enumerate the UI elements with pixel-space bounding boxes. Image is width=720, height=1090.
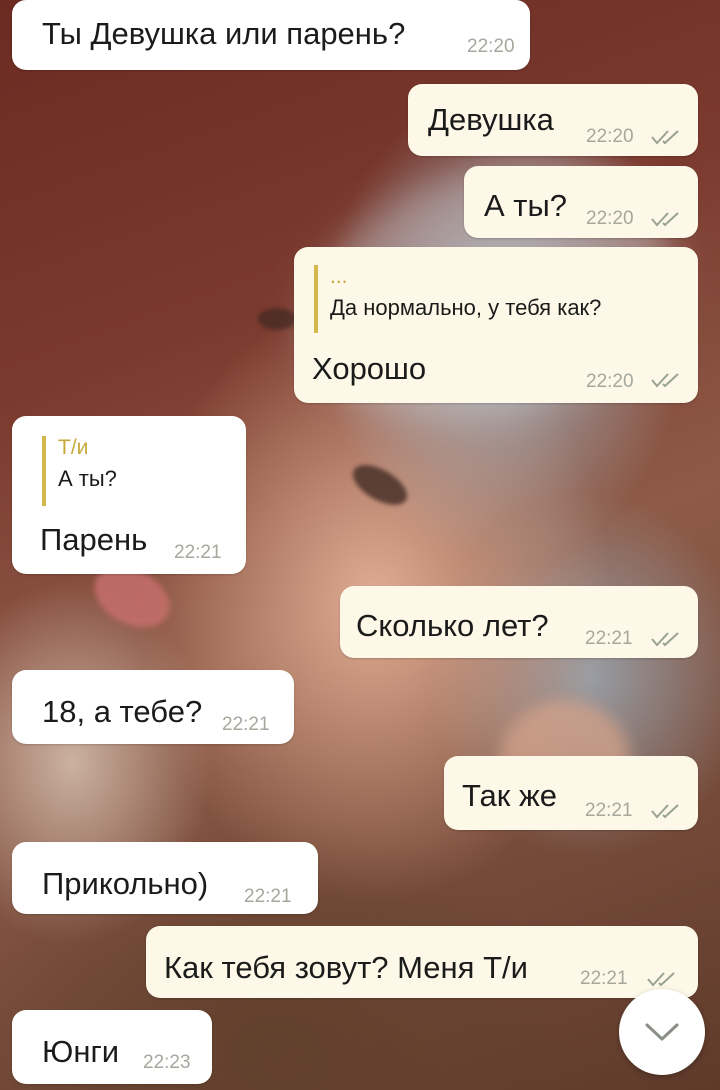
message-incoming[interactable]: 18, а тебе? 22:21 bbox=[12, 670, 294, 744]
message-text: Как тебя зовут? Меня Т/и bbox=[164, 950, 528, 985]
message-text: А ты? bbox=[484, 188, 568, 223]
message-incoming[interactable]: Прикольно) 22:21 bbox=[12, 842, 318, 914]
double-check-icon bbox=[651, 130, 679, 145]
scroll-down-button[interactable] bbox=[619, 989, 705, 1075]
message-time: 22:21 bbox=[585, 800, 633, 821]
message-time: 22:21 bbox=[244, 886, 292, 907]
message-outgoing[interactable]: Сколько лет? 22:21 bbox=[340, 586, 698, 658]
message-outgoing[interactable]: Как тебя зовут? Меня Т/и 22:21 bbox=[146, 926, 698, 998]
message-time: 22:20 bbox=[586, 371, 634, 392]
reply-preview[interactable]: ... Да нормально, у тебя как? bbox=[314, 265, 601, 333]
message-text: Ты Девушка или парень? bbox=[42, 16, 406, 51]
message-text: Хорошо bbox=[312, 351, 427, 386]
message-text: Девушка bbox=[428, 102, 554, 137]
message-time: 22:20 bbox=[586, 126, 634, 147]
message-time: 22:20 bbox=[467, 36, 515, 57]
message-text: 18, а тебе? bbox=[42, 694, 203, 729]
message-time: 22:21 bbox=[174, 542, 222, 563]
reply-preview[interactable]: Т/и А ты? bbox=[42, 436, 117, 506]
message-time: 22:23 bbox=[143, 1052, 191, 1073]
message-outgoing[interactable]: А ты? 22:20 bbox=[464, 166, 698, 238]
message-text: Юнги bbox=[42, 1034, 120, 1069]
message-text: Сколько лет? bbox=[356, 608, 549, 643]
message-time: 22:21 bbox=[585, 628, 633, 649]
chevron-down-icon bbox=[645, 1023, 679, 1041]
message-outgoing[interactable]: Так же 22:21 bbox=[444, 756, 698, 830]
message-outgoing[interactable]: Девушка 22:20 bbox=[408, 84, 698, 156]
reply-author: ... bbox=[330, 265, 348, 288]
double-check-icon bbox=[651, 804, 679, 819]
reply-quote: А ты? bbox=[58, 466, 117, 491]
double-check-icon bbox=[651, 632, 679, 647]
message-incoming[interactable]: Юнги 22:23 bbox=[12, 1010, 212, 1084]
message-time: 22:21 bbox=[580, 968, 628, 989]
reply-quote: Да нормально, у тебя как? bbox=[330, 295, 602, 320]
message-incoming[interactable]: Ты Девушка или парень? 22:20 bbox=[12, 0, 530, 70]
message-text: Прикольно) bbox=[42, 866, 209, 901]
message-time: 22:20 bbox=[586, 208, 634, 229]
message-time: 22:21 bbox=[222, 714, 270, 735]
double-check-icon bbox=[647, 972, 675, 987]
double-check-icon bbox=[651, 212, 679, 227]
message-text: Так же bbox=[462, 778, 557, 813]
double-check-icon bbox=[651, 373, 679, 388]
reply-author: Т/и bbox=[58, 436, 89, 459]
message-outgoing[interactable]: ... Да нормально, у тебя как? Хорошо 22:… bbox=[294, 247, 698, 403]
message-incoming[interactable]: Т/и А ты? Парень 22:21 bbox=[12, 416, 246, 574]
message-text: Парень bbox=[40, 522, 148, 557]
